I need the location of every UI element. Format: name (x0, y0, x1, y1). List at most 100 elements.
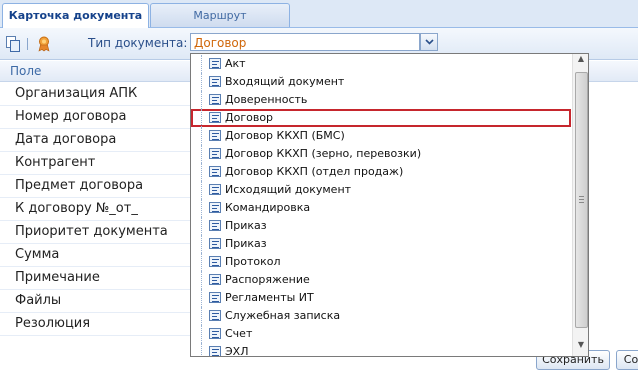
dropdown-option-label: Акт (225, 57, 246, 70)
dropdown-option-label: Регламенты ИТ (225, 291, 314, 304)
dropdown-option[interactable]: Счет (191, 325, 569, 343)
document-list-icon (209, 76, 221, 87)
chevron-down-icon (424, 39, 434, 45)
dropdown-scrollbar[interactable]: ▲ ▼ (572, 54, 588, 356)
dropdown-option-label: Приказ (225, 237, 267, 250)
document-list-icon (209, 184, 221, 195)
dropdown-option-label: ЭХЛ (225, 345, 249, 357)
dropdown-option[interactable]: Приказ (191, 235, 569, 253)
tree-line (201, 199, 203, 217)
dropdown-option[interactable]: Акт (191, 55, 569, 73)
dropdown-option-label: Распоряжение (225, 273, 310, 286)
field-label: Контрагент (15, 155, 96, 170)
document-list-icon (209, 58, 221, 69)
dropdown-option-label: Договор (225, 111, 274, 124)
column-header-field[interactable]: Поле (10, 64, 41, 78)
tab-review-route[interactable]: Маршрут рассмотрения (150, 3, 290, 45)
scroll-thumb[interactable] (575, 72, 588, 328)
document-list-icon (209, 310, 221, 321)
document-list-icon (209, 166, 221, 177)
tree-line (201, 181, 203, 199)
document-list-icon (209, 130, 221, 141)
field-row[interactable]: К договору №_от_ (0, 198, 190, 221)
tree-line (201, 271, 203, 289)
tree-line (201, 253, 203, 271)
dropdown-option-label: Доверенность (225, 93, 308, 106)
document-list-icon (209, 256, 221, 267)
tree-line (201, 127, 203, 145)
tab-document-card[interactable]: Карточка документа (2, 3, 149, 28)
tree-line (201, 91, 203, 109)
dropdown-option-label: Командировка (225, 201, 311, 214)
toolbar-separator (27, 38, 28, 50)
doc-type-dropdown-button[interactable] (420, 33, 438, 51)
field-row[interactable]: Резолюция (0, 313, 190, 336)
dropdown-option-label: Договор ККХП (отдел продаж) (225, 165, 404, 178)
scroll-up-icon[interactable]: ▲ (573, 54, 588, 70)
field-label: Дата договора (15, 132, 117, 147)
field-row[interactable]: Примечание (0, 267, 190, 290)
field-row[interactable]: Дата договора (0, 129, 190, 152)
field-row[interactable]: Контрагент (0, 152, 190, 175)
scroll-down-icon[interactable]: ▼ (573, 340, 588, 356)
dropdown-option[interactable]: Договор ККХП (зерно, перевозки) (191, 145, 569, 163)
document-list-icon (209, 202, 221, 213)
doc-type-dropdown-list: Акт Входящий документ Доверенность Договор Д… (190, 53, 589, 357)
document-list-icon (209, 328, 221, 339)
cancel-button[interactable]: Со (616, 350, 638, 370)
field-row[interactable]: Приоритет документа (0, 221, 190, 244)
dropdown-option[interactable]: Служебная записка (191, 307, 569, 325)
document-list-icon (209, 112, 221, 123)
tree-line (201, 55, 203, 73)
tree-line (201, 163, 203, 181)
dropdown-option-label: Договор ККХП (зерно, перевозки) (225, 147, 422, 160)
tree-line (201, 343, 203, 356)
badge-icon[interactable] (37, 36, 51, 52)
document-list-icon (209, 220, 221, 231)
grip-line (579, 202, 584, 203)
document-list-icon (209, 238, 221, 249)
dropdown-option-label: Служебная записка (225, 309, 341, 322)
dropdown-option[interactable]: Командировка (191, 199, 569, 217)
field-row[interactable]: Организация АПК (0, 83, 190, 106)
field-label: Номер договора (15, 109, 127, 124)
field-row[interactable]: Номер договора (0, 106, 190, 129)
dropdown-option[interactable]: Регламенты ИТ (191, 289, 569, 307)
field-label: Сумма (15, 247, 60, 262)
dropdown-option[interactable]: ЭХЛ (191, 343, 569, 357)
tree-line (201, 289, 203, 307)
dropdown-option[interactable]: Входящий документ (191, 73, 569, 91)
dropdown-option-label: Договор ККХП (БМС) (225, 129, 345, 142)
dropdown-option[interactable]: Доверенность (191, 91, 569, 109)
dropdown-option[interactable]: Приказ (191, 217, 569, 235)
dropdown-option-label: Протокол (225, 255, 281, 268)
document-list-icon (209, 346, 221, 356)
field-label: Приоритет документа (15, 224, 168, 239)
dropdown-option-label: Входящий документ (225, 75, 345, 88)
dropdown-option-label: Приказ (225, 219, 267, 232)
dropdown-option[interactable]: Протокол (191, 253, 569, 271)
doc-type-select[interactable]: Договор (190, 33, 420, 51)
grip-line (579, 199, 584, 200)
dropdown-option-label: Исходящий документ (225, 183, 352, 196)
dropdown-option[interactable]: Договор ККХП (БМС) (191, 127, 569, 145)
field-label: Файлы (15, 293, 62, 308)
dropdown-option[interactable]: Исходящий документ (191, 181, 569, 199)
tree-line (201, 325, 203, 343)
field-label: Предмет договора (15, 178, 144, 193)
dropdown-option[interactable]: Договор ККХП (отдел продаж) (191, 163, 569, 181)
field-row[interactable]: Файлы (0, 290, 190, 313)
grip-line (579, 196, 584, 197)
document-list-icon (209, 274, 221, 285)
tab-strip: Карточка документа Маршрут рассмотрения (0, 0, 638, 45)
field-row[interactable]: Предмет договора (0, 175, 190, 198)
tree-line (201, 109, 203, 127)
document-list-icon (209, 292, 221, 303)
dropdown-option[interactable]: Договор (191, 109, 571, 127)
copy-icon[interactable] (6, 36, 20, 52)
document-list-icon (209, 94, 221, 105)
field-label: Примечание (15, 270, 100, 285)
field-row[interactable]: Сумма (0, 244, 190, 267)
field-label: К договору №_от_ (15, 201, 138, 216)
dropdown-option[interactable]: Распоряжение (191, 271, 569, 289)
